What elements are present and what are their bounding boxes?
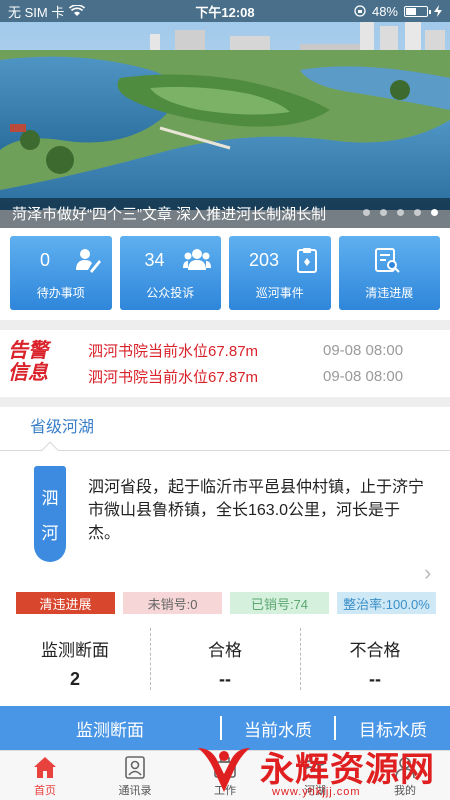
monitor-column: 合格 -- <box>150 628 300 696</box>
rotation-lock-icon <box>354 5 366 17</box>
watermark-url: www.yhkjjj.com <box>272 786 361 798</box>
alert-logo-line1: 告警 <box>8 340 48 362</box>
monitor-column: 不合格 -- <box>300 628 450 696</box>
tile-label: 巡河事件 <box>255 286 304 300</box>
pager-dot[interactable] <box>380 209 387 216</box>
person-edit-icon <box>75 249 101 273</box>
alert-text: 泗河书院当前水位67.87m <box>88 342 259 360</box>
home-icon <box>34 756 56 778</box>
alert-text: 泗河书院当前水位67.87m <box>88 368 259 386</box>
people-icon <box>183 249 211 270</box>
tile-count: 0 <box>39 250 50 270</box>
banner-caption-bar: 菏泽市做好“四个三”文章 深入推进河长制湖长制 <box>0 198 450 228</box>
tab-label: 通讯录 <box>118 784 152 797</box>
tile-todo[interactable]: 0 待办事项 <box>10 236 112 310</box>
charging-icon <box>434 5 442 17</box>
alert-section: 告警 信息 泗河书院当前水位67.87m 09-08 08:00 泗河书院当前水… <box>0 330 450 398</box>
tile-clearance-progress[interactable]: 清违进展 <box>338 236 440 310</box>
header-target-quality: 目标水质 <box>359 720 427 740</box>
monitor-value: 2 <box>69 669 80 689</box>
monitor-head: 合格 <box>208 641 242 660</box>
clearance-stats: 清违进展 未销号:0 已销号:74 整治率:100.0% <box>16 592 436 614</box>
banner-pager[interactable] <box>363 209 438 216</box>
pager-dot[interactable] <box>397 209 404 216</box>
header-current-quality: 当前水质 <box>244 720 312 740</box>
tab-label: 首页 <box>34 784 56 797</box>
monitor-summary: 监测断面 2 合格 -- 不合格 -- <box>0 628 450 696</box>
river-name-char: 泗 <box>41 489 59 508</box>
watermark: 永辉资源网 www.yhkjjj.com <box>194 740 444 800</box>
tab-home[interactable]: 首页 <box>0 751 90 800</box>
alert-logo: 告警 信息 <box>8 340 68 384</box>
clipboard-icon <box>296 248 317 273</box>
river-name-badge[interactable]: 泗 河 <box>34 466 66 562</box>
battery-percent: 48% <box>371 3 398 19</box>
tile-count: 34 <box>144 250 165 270</box>
stat-clearance-progress[interactable]: 清违进展 <box>16 592 115 614</box>
quick-tiles: 0 待办事项 34 公众投诉 203 巡河事件 清违进展 <box>10 236 440 310</box>
pager-dot[interactable] <box>431 209 438 216</box>
news-banner[interactable] <box>0 0 450 228</box>
monitor-value: -- <box>219 669 231 689</box>
stat-closed: 已销号:74 <box>230 592 329 614</box>
alert-time: 09-08 08:00 <box>323 341 404 359</box>
carrier-label: 无 SIM 卡 <box>8 4 65 20</box>
status-bar: 无 SIM 卡 下午12:08 48% <box>0 0 450 22</box>
river-name-char: 河 <box>41 524 59 543</box>
wifi-icon <box>69 5 86 16</box>
monitor-head: 不合格 <box>349 641 401 660</box>
tab-provincial-lakes[interactable]: 省级河湖 <box>30 413 94 437</box>
pager-dot[interactable] <box>363 209 370 216</box>
document-search-icon <box>374 248 400 273</box>
section-divider <box>0 397 450 407</box>
banner-image <box>0 0 450 228</box>
river-description: 泗河省段，起于临沂市平邑县仲村镇，止于济宁市微山县鲁桥镇，全长163.0公里，河… <box>88 479 425 542</box>
tile-label: 公众投诉 <box>146 286 195 300</box>
pager-dot[interactable] <box>414 209 421 216</box>
banner-caption[interactable]: 菏泽市做好“四个三”文章 深入推进河长制湖长制 <box>12 203 326 224</box>
tile-patrol-events[interactable]: 203 巡河事件 <box>229 236 331 310</box>
watermark-text: 永辉资源网 <box>260 751 435 789</box>
status-time: 下午12:08 <box>195 4 255 20</box>
section-divider <box>0 320 450 330</box>
stat-rectification-rate: 整治率:100.0% <box>337 592 436 614</box>
tab-contacts[interactable]: 通讯录 <box>90 751 180 800</box>
alert-logo-line2: 信息 <box>8 362 48 384</box>
alert-item[interactable]: 泗河书院当前水位67.87m 09-08 08:00 <box>88 338 438 362</box>
tab-caret <box>41 441 59 459</box>
tile-count: 203 <box>248 250 280 270</box>
tile-label: 待办事项 <box>36 286 85 300</box>
tab-underline <box>0 450 450 451</box>
battery-icon <box>404 5 431 17</box>
stat-not-closed: 未销号:0 <box>123 592 222 614</box>
chevron-right-icon[interactable]: › <box>424 560 431 586</box>
contacts-icon <box>125 755 145 779</box>
monitor-column: 监测断面 2 <box>0 628 150 696</box>
tile-label: 清违进展 <box>365 286 414 300</box>
tile-complaints[interactable]: 34 公众投诉 <box>119 236 221 310</box>
monitor-head: 监测断面 <box>41 641 109 660</box>
header-monitor-section: 监测断面 <box>76 720 144 740</box>
battery-fill <box>406 7 416 15</box>
alert-time: 09-08 08:00 <box>323 367 404 385</box>
monitor-value: -- <box>369 669 381 689</box>
watermark-logo <box>198 748 250 792</box>
alert-item[interactable]: 泗河书院当前水位67.87m 09-08 08:00 <box>88 364 438 388</box>
